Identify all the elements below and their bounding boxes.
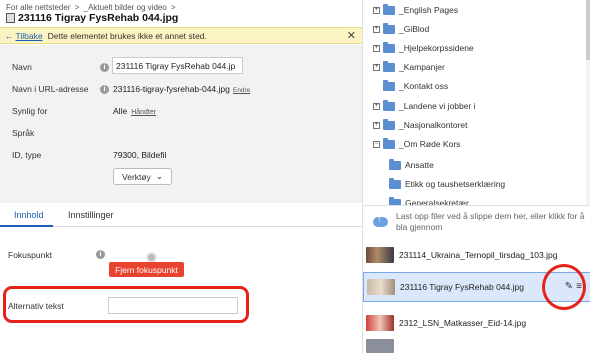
upload-dropzone[interactable]: Last opp filer ved å slippe dem her, ell… bbox=[363, 205, 590, 240]
folder-icon bbox=[383, 99, 395, 111]
thumbnail bbox=[366, 339, 394, 353]
tree-item-label: Ansatte bbox=[405, 160, 434, 170]
remove-focus-point-button[interactable]: Fjern fokuspunkt bbox=[109, 262, 184, 277]
tree-item-label: _Landene vi jobber i bbox=[399, 101, 476, 111]
list-item[interactable] bbox=[363, 338, 590, 354]
breadcrumb-separator: > bbox=[74, 3, 80, 12]
notice-message: Dette elementet brukes ikke et annet ste… bbox=[47, 30, 207, 41]
tree-scrollbar[interactable] bbox=[586, 0, 590, 205]
folder-icon bbox=[389, 177, 401, 189]
folder-tree: + _English Pages + _GiBlod + _Hjelpekorpsside… bbox=[363, 0, 590, 205]
properties-section: Navn i 231116 Tigray FysRehab 044.jp Nav… bbox=[0, 45, 362, 203]
tree-item[interactable]: + _English Pages bbox=[373, 3, 459, 15]
tools-dropdown-button[interactable]: Verktøy ⌄ bbox=[113, 168, 172, 185]
folder-icon bbox=[389, 158, 401, 170]
id-type-value: 79300, Bildefil bbox=[113, 150, 167, 160]
visible-for-label: Synlig for bbox=[12, 106, 48, 116]
tree-item[interactable]: Generalsekretær bbox=[389, 196, 469, 205]
expand-icon[interactable]: + bbox=[373, 44, 380, 52]
tree-item-label: _Kontakt oss bbox=[399, 81, 449, 91]
thumbnail bbox=[366, 247, 394, 263]
close-icon[interactable]: ✕ bbox=[347, 29, 356, 42]
alt-text-label: Alternativ tekst bbox=[8, 301, 64, 311]
expand-icon[interactable]: + bbox=[373, 63, 380, 71]
asset-editor-panel: For alle nettsteder > _Aktuelt bilder og… bbox=[0, 0, 362, 354]
name-label: Navn bbox=[12, 62, 32, 72]
url-label: Navn i URL-adresse bbox=[12, 84, 89, 94]
header: For alle nettsteder > _Aktuelt bilder og… bbox=[0, 0, 362, 30]
collapse-icon[interactable]: − bbox=[373, 140, 380, 148]
name-field[interactable]: 231116 Tigray FysRehab 044.jp bbox=[112, 57, 243, 74]
page-title: 231116 Tigray FysRehab 044.jpg bbox=[6, 12, 356, 24]
chevron-down-icon: ⌄ bbox=[155, 171, 163, 181]
tree-item-label: Etikk og taushetserklæring bbox=[405, 179, 506, 189]
active-tab-indicator bbox=[0, 225, 53, 227]
folder-icon bbox=[383, 118, 395, 130]
usage-notice: ← Tilbake Dette elementet brukes ikke et… bbox=[0, 27, 362, 44]
tree-item[interactable]: Etikk og taushetserklæring bbox=[389, 177, 506, 189]
tree-item-label: _Nasjonalkontoret bbox=[399, 120, 468, 130]
tree-item-label: _Hjelpekorpssidene bbox=[399, 43, 474, 53]
file-name: 231116 Tigray FysRehab 044.jpg bbox=[400, 282, 524, 292]
alt-text-input[interactable] bbox=[108, 297, 238, 314]
tree-item[interactable]: Ansatte bbox=[389, 158, 434, 170]
tree-item[interactable]: + _GiBlod bbox=[373, 22, 430, 34]
folder-icon bbox=[383, 41, 395, 53]
tree-item[interactable]: + _Kampanjer bbox=[373, 60, 445, 72]
back-arrow-icon[interactable]: ← bbox=[5, 31, 14, 41]
image-file-icon bbox=[6, 13, 15, 23]
asset-title-text: 231116 Tigray FysRehab 044.jpg bbox=[18, 12, 179, 24]
thumbnail bbox=[366, 315, 394, 331]
breadcrumb-separator: > bbox=[171, 3, 176, 12]
breadcrumb-root[interactable]: For alle nettsteder bbox=[6, 3, 70, 12]
tree-item[interactable]: − _Om Røde Kors bbox=[373, 137, 461, 149]
thumbnail bbox=[367, 279, 395, 295]
file-name: 2312_LSN_Matkasser_Eid-14.jpg bbox=[399, 318, 527, 328]
id-type-label: ID, type bbox=[12, 150, 42, 160]
edit-url-link[interactable]: Endre bbox=[233, 87, 250, 94]
tree-item-label: _Om Røde Kors bbox=[399, 139, 461, 149]
folder-icon bbox=[383, 79, 395, 91]
upload-instructions: Last opp filer ved å slippe dem her, ell… bbox=[396, 211, 585, 232]
expand-icon[interactable]: + bbox=[373, 121, 380, 129]
cloud-upload-icon bbox=[373, 214, 388, 227]
tree-item-label: Generalsekretær bbox=[405, 198, 469, 205]
folder-icon bbox=[383, 22, 395, 34]
breadcrumb: For alle nettsteder > _Aktuelt bilder og… bbox=[6, 3, 356, 12]
tree-item[interactable]: + _Hjelpekorpssidene bbox=[373, 41, 474, 53]
expand-icon[interactable]: + bbox=[373, 6, 380, 14]
tree-item-label: _Kampanjer bbox=[399, 62, 445, 72]
tree-item[interactable]: + _Landene vi jobber i bbox=[373, 99, 476, 111]
highlight-circle bbox=[542, 264, 586, 310]
tools-label: Verktøy bbox=[122, 171, 151, 182]
expand-icon[interactable]: + bbox=[373, 102, 380, 110]
folder-icon bbox=[383, 137, 395, 149]
expand-icon[interactable]: + bbox=[373, 25, 380, 33]
visible-for-value: Alle Håndter bbox=[113, 106, 156, 116]
url-text: 231116-tigray-fysrehab-044.jpg bbox=[113, 84, 230, 94]
focus-point-label: Fokuspunkt bbox=[8, 250, 52, 260]
tab-settings[interactable]: Innstillinger bbox=[68, 210, 114, 220]
file-name: 231114_Ukraina_Ternopil_tirsdag_103.jpg bbox=[399, 250, 558, 260]
scrollbar-thumb[interactable] bbox=[586, 0, 590, 60]
back-link[interactable]: Tilbake bbox=[16, 31, 43, 41]
manage-access-link[interactable]: Håndter bbox=[131, 109, 156, 116]
tree-item[interactable]: + _Nasjonalkontoret bbox=[373, 118, 468, 130]
breadcrumb-folder[interactable]: _Aktuelt bilder og video bbox=[84, 3, 167, 12]
visible-for-text: Alle bbox=[113, 106, 128, 116]
url-value: 231116-tigray-fysrehab-044.jpg Endre bbox=[113, 84, 250, 94]
folder-icon bbox=[383, 3, 395, 15]
list-item[interactable]: 2312_LSN_Matkasser_Eid-14.jpg bbox=[363, 308, 590, 338]
tab-content[interactable]: Innhold bbox=[14, 210, 44, 220]
tab-bar: Innhold Innstillinger bbox=[0, 203, 362, 227]
info-icon[interactable]: i bbox=[100, 63, 109, 72]
folder-icon bbox=[383, 60, 395, 72]
info-icon[interactable]: i bbox=[100, 85, 109, 94]
tree-item-label: _English Pages bbox=[399, 5, 459, 15]
language-label: Språk bbox=[12, 128, 35, 138]
info-icon[interactable]: i bbox=[96, 250, 105, 259]
tree-item[interactable]: _Kontakt oss bbox=[373, 79, 449, 91]
tree-item-label: _GiBlod bbox=[399, 24, 430, 34]
